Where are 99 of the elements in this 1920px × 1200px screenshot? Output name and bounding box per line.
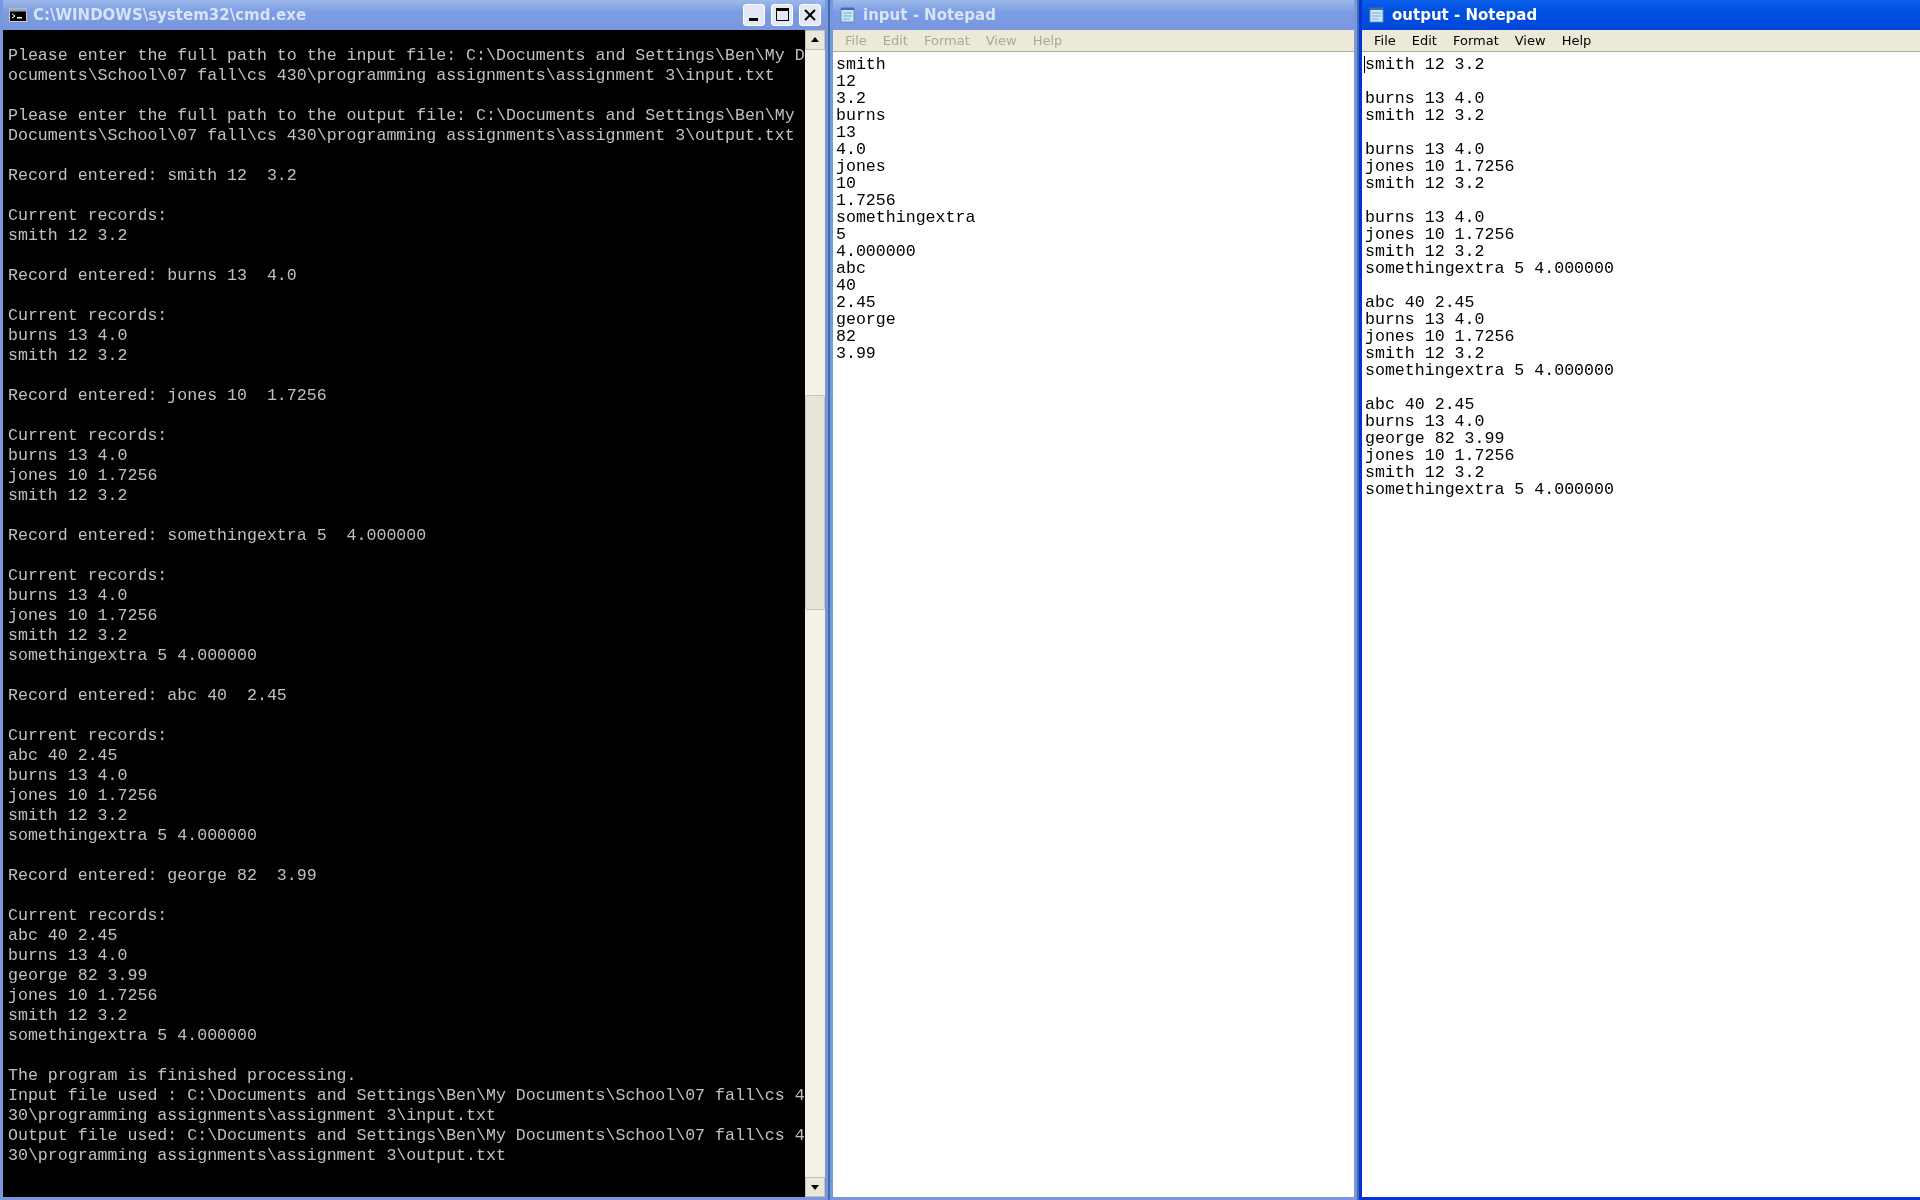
text-line: smith 12 3.2 bbox=[1365, 243, 1485, 260]
console-line: Current records: bbox=[8, 566, 168, 586]
text-line: somethingextra 5 4.000000 bbox=[1365, 260, 1614, 277]
text-line: 4.0 bbox=[836, 141, 866, 158]
scrollbar-thumb[interactable] bbox=[805, 395, 825, 610]
console-line: smith 12 3.2 bbox=[8, 486, 128, 506]
scroll-down-button[interactable] bbox=[805, 1177, 825, 1197]
text-line: 3.99 bbox=[836, 345, 876, 362]
console-line: Current records: bbox=[8, 306, 168, 326]
console-line: somethingextra 5 4.000000 bbox=[8, 826, 257, 846]
maximize-button[interactable] bbox=[771, 4, 793, 26]
text-line: abc 40 2.45 bbox=[1365, 294, 1475, 311]
text-line: somethingextra bbox=[836, 209, 976, 226]
console-line: Record entered: smith 12 3.2 bbox=[8, 166, 297, 186]
text-line: abc 40 2.45 bbox=[1365, 396, 1475, 413]
text-line: burns 13 4.0 bbox=[1365, 413, 1485, 430]
text-line: jones 10 1.7256 bbox=[1365, 226, 1515, 243]
text-line: burns 13 4.0 bbox=[1365, 90, 1485, 107]
text-line: smith bbox=[836, 56, 886, 73]
console-line: george 82 3.99 bbox=[8, 966, 148, 986]
text-line: smith 12 3.2 bbox=[1365, 175, 1485, 192]
menu-item[interactable]: View bbox=[1506, 32, 1554, 49]
text-line: 10 bbox=[836, 175, 856, 192]
text-line: george 82 3.99 bbox=[1365, 430, 1505, 447]
text-line: 13 bbox=[836, 124, 856, 141]
text-line: jones 10 1.7256 bbox=[1365, 328, 1515, 345]
text-line: 3.2 bbox=[836, 90, 866, 107]
text-line: 1.7256 bbox=[836, 192, 896, 209]
text-line: smith 12 3.2 bbox=[1365, 56, 1485, 73]
console-line: Please enter the full path to the input file: C:\Documents and Settings\Ben\My D bbox=[8, 46, 805, 66]
console-line: 30\programming assignments\assignment 3\output.txt bbox=[8, 1146, 506, 1166]
text-line: somethingextra 5 4.000000 bbox=[1365, 481, 1614, 498]
text-line: george bbox=[836, 311, 896, 328]
console-line: Current records: bbox=[8, 206, 168, 226]
console-line: Current records: bbox=[8, 426, 168, 446]
close-button[interactable] bbox=[799, 4, 821, 26]
console-line: Record entered: abc 40 2.45 bbox=[8, 686, 287, 706]
text-line: smith 12 3.2 bbox=[1365, 345, 1485, 362]
notepad-icon bbox=[1368, 7, 1386, 23]
console-line: Record entered: somethingextra 5 4.000000 bbox=[8, 526, 427, 546]
console-line: ocuments\School\07 fall\cs 430\programming assignments\assignment 3\input.txt bbox=[8, 66, 775, 86]
text-line: smith 12 3.2 bbox=[1365, 107, 1485, 124]
console-line: Record entered: burns 13 4.0 bbox=[8, 266, 297, 286]
menu-item[interactable]: Help bbox=[1553, 32, 1600, 49]
text-line: 5 bbox=[836, 226, 846, 243]
console-line: smith 12 3.2 bbox=[8, 806, 128, 826]
menu-item[interactable]: Edit bbox=[1403, 32, 1445, 49]
menu-item[interactable]: Format bbox=[1444, 32, 1507, 49]
console-line: burns 13 4.0 bbox=[8, 326, 128, 346]
text-line: smith 12 3.2 bbox=[1365, 464, 1485, 481]
console-line: Record entered: jones 10 1.7256 bbox=[8, 386, 327, 406]
console-line: abc 40 2.45 bbox=[8, 746, 118, 766]
text-line: 12 bbox=[836, 73, 856, 90]
console-line: jones 10 1.7256 bbox=[8, 786, 158, 806]
console-line: smith 12 3.2 bbox=[8, 1006, 128, 1026]
scroll-up-button[interactable] bbox=[805, 30, 825, 50]
console-line: Output file used: C:\Documents and Settings\Ben\My Documents\School\07 fall\cs 4 bbox=[8, 1126, 805, 1146]
console-line: jones 10 1.7256 bbox=[8, 466, 158, 486]
text-line: 2.45 bbox=[836, 294, 876, 311]
console-line: The program is finished processing. bbox=[8, 1066, 357, 1086]
text-line: burns bbox=[836, 107, 886, 124]
text-line: burns 13 4.0 bbox=[1365, 141, 1485, 158]
console-line: Current records: bbox=[8, 726, 168, 746]
console-line: somethingextra 5 4.000000 bbox=[8, 1026, 257, 1046]
minimize-button[interactable] bbox=[743, 4, 765, 26]
text-line: somethingextra 5 4.000000 bbox=[1365, 362, 1614, 379]
console-line: smith 12 3.2 bbox=[8, 346, 128, 366]
window-title: C:\WINDOWS\system32\cmd.exe bbox=[33, 6, 308, 24]
console-line: jones 10 1.7256 bbox=[8, 986, 158, 1006]
console-line: Please enter the full path to the output file: C:\Documents and Settings\Ben\My bbox=[8, 106, 795, 126]
text-line: 4.000000 bbox=[836, 243, 916, 260]
console-line: burns 13 4.0 bbox=[8, 586, 128, 606]
console-line: jones 10 1.7256 bbox=[8, 606, 158, 626]
console-line: abc 40 2.45 bbox=[8, 926, 118, 946]
console-line: somethingextra 5 4.000000 bbox=[8, 646, 257, 666]
console-line: burns 13 4.0 bbox=[8, 946, 128, 966]
text-line: jones bbox=[836, 158, 886, 175]
text-line: jones 10 1.7256 bbox=[1365, 447, 1515, 464]
console-line: burns 13 4.0 bbox=[8, 446, 128, 466]
console-icon bbox=[9, 7, 27, 23]
text-cursor bbox=[1364, 56, 1365, 73]
text-line: abc bbox=[836, 260, 866, 277]
console-line: Input file used : C:\Documents and Settings\Ben\My Documents\School\07 fall\cs 4 bbox=[8, 1086, 805, 1106]
text-line: 82 bbox=[836, 328, 856, 345]
window-title: input - Notepad bbox=[863, 6, 997, 24]
text-line: 40 bbox=[836, 277, 856, 294]
console-line: Documents\School\07 fall\cs 430\programming assignments\assignment 3\output.txt bbox=[8, 126, 795, 146]
text-line: burns 13 4.0 bbox=[1365, 209, 1485, 226]
console-line: Record entered: george 82 3.99 bbox=[8, 866, 317, 886]
menu-item[interactable]: File bbox=[1366, 32, 1404, 49]
console-line: Current records: bbox=[8, 906, 168, 926]
window-title: output - Notepad bbox=[1392, 6, 1539, 24]
console-line: burns 13 4.0 bbox=[8, 766, 128, 786]
text-line: burns 13 4.0 bbox=[1365, 311, 1485, 328]
text-line: jones 10 1.7256 bbox=[1365, 158, 1515, 175]
console-line: smith 12 3.2 bbox=[8, 226, 128, 246]
notepad-icon bbox=[839, 7, 857, 23]
console-line: smith 12 3.2 bbox=[8, 626, 128, 646]
console-line: 30\programming assignments\assignment 3\input.txt bbox=[8, 1106, 496, 1126]
